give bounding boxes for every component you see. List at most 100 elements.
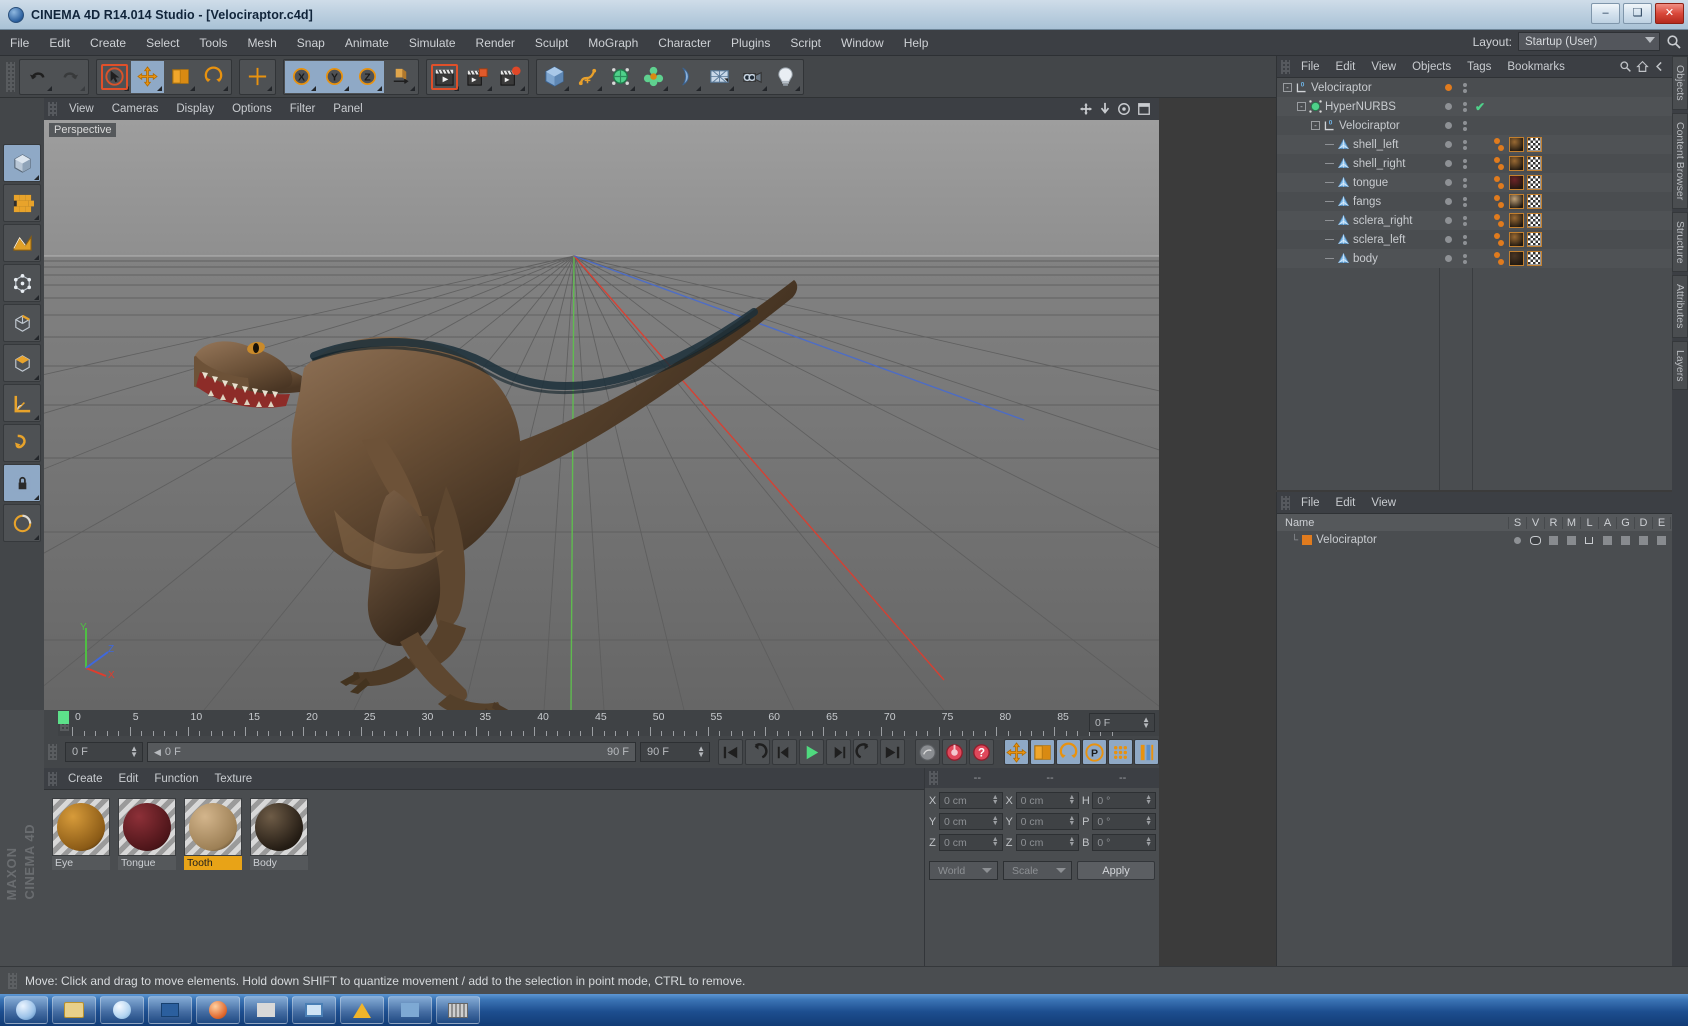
spinner-icon[interactable]: ▲ ▼ xyxy=(1145,794,1152,806)
dropdown-corner-icon[interactable] xyxy=(47,85,52,91)
render-to-picture-viewer-button[interactable] xyxy=(461,60,494,93)
viewport-menu-filter[interactable]: Filter xyxy=(281,100,325,118)
menu-tools[interactable]: Tools xyxy=(189,32,237,54)
menu-help[interactable]: Help xyxy=(894,32,939,54)
editor-render-dot[interactable] xyxy=(1462,234,1467,239)
end-frame-field[interactable]: 90 F ▲ ▼ xyxy=(640,742,710,762)
object-manager-grip[interactable] xyxy=(1281,59,1290,74)
home-icon[interactable] xyxy=(1636,60,1649,73)
material-preview[interactable] xyxy=(118,798,176,856)
material-manager-grip[interactable] xyxy=(48,771,57,786)
dropdown-corner-icon[interactable] xyxy=(795,85,800,91)
lock-y-axis[interactable]: Y xyxy=(318,60,351,93)
world-object-coordinates[interactable] xyxy=(384,60,417,93)
add-array-button[interactable] xyxy=(637,60,670,93)
editor-render-dot[interactable] xyxy=(1462,82,1467,87)
visibility-dot[interactable] xyxy=(1444,160,1452,167)
timeline-playhead[interactable] xyxy=(58,711,69,724)
editor-render-dot[interactable] xyxy=(1462,259,1467,264)
autokeying-button[interactable] xyxy=(1134,739,1159,765)
dropdown-corner-icon[interactable] xyxy=(34,175,39,180)
dropdown-corner-icon[interactable] xyxy=(729,85,734,91)
dropdown-corner-icon[interactable] xyxy=(344,85,349,91)
dropdown-corner-icon[interactable] xyxy=(124,85,129,91)
dropdown-corner-icon[interactable] xyxy=(34,335,39,340)
viewport-menu-panel[interactable]: Panel xyxy=(324,100,371,118)
editor-render-dot[interactable] xyxy=(1462,88,1467,93)
editor-render-dot[interactable] xyxy=(1462,202,1467,207)
editor-render-dot[interactable] xyxy=(1462,215,1467,220)
dropdown-corner-icon[interactable] xyxy=(564,85,569,91)
editor-render-dot[interactable] xyxy=(1462,177,1467,182)
object-row[interactable]: body xyxy=(1277,249,1688,268)
go-to-start-button[interactable] xyxy=(718,739,743,765)
coordinate-mode-dropdown[interactable]: Scale xyxy=(1003,861,1072,880)
object-row[interactable]: - HyperNURBS ✔ xyxy=(1277,97,1688,116)
material-list[interactable]: Eye Tongue Tooth Body xyxy=(44,790,924,966)
undo-button[interactable] xyxy=(21,60,54,93)
taskbar-item-app6[interactable] xyxy=(388,996,432,1024)
taskbar-item-app1[interactable] xyxy=(148,996,192,1024)
material-name[interactable]: Eye xyxy=(52,856,110,870)
end-frame-spinner-icon[interactable]: ▲ ▼ xyxy=(697,745,705,759)
viewport-maximize-button[interactable] xyxy=(1137,102,1151,116)
editor-render-dot[interactable] xyxy=(1462,145,1467,150)
play-button[interactable] xyxy=(799,739,824,765)
generator-icon[interactable] xyxy=(1616,535,1634,545)
record-scale-button[interactable] xyxy=(1030,739,1055,765)
dropdown-corner-icon[interactable] xyxy=(311,85,316,91)
go-to-previous-key-button[interactable] xyxy=(745,739,770,765)
add-environment-button[interactable] xyxy=(703,60,736,93)
scale-tool[interactable] xyxy=(164,60,197,93)
record-pla-button[interactable] xyxy=(1108,739,1133,765)
uvw-tag[interactable] xyxy=(1527,213,1542,228)
dropdown-corner-icon[interactable] xyxy=(454,85,459,91)
taskbar-item-app2[interactable] xyxy=(196,996,240,1024)
material-item[interactable]: Tooth xyxy=(184,798,242,966)
side-tab-structure[interactable]: Structure xyxy=(1672,211,1688,273)
workplane-button[interactable] xyxy=(3,384,41,422)
objectmgr-menu-file[interactable]: File xyxy=(1293,58,1328,76)
dropdown-corner-icon[interactable] xyxy=(267,85,272,91)
dropdown-corner-icon[interactable] xyxy=(597,85,602,91)
materialmgr-menu-texture[interactable]: Texture xyxy=(206,770,260,788)
render-view-button[interactable] xyxy=(428,60,461,93)
layer-col-m[interactable]: M xyxy=(1562,516,1580,529)
velociraptor-model[interactable] xyxy=(194,260,834,710)
size-field[interactable]: 0 cm ▲ ▼ xyxy=(1015,813,1080,830)
objectmgr-menu-bookmarks[interactable]: Bookmarks xyxy=(1499,58,1573,76)
menu-render[interactable]: Render xyxy=(466,32,525,54)
status-bar-grip[interactable] xyxy=(8,972,17,989)
viewport-zoom-button[interactable] xyxy=(1099,102,1111,116)
layer-color-swatch[interactable] xyxy=(1302,535,1313,545)
taskbar-item-app5[interactable] xyxy=(340,996,384,1024)
editor-render-dot[interactable] xyxy=(1462,196,1467,201)
layer-col-name[interactable]: Name xyxy=(1277,517,1508,529)
search-icon[interactable] xyxy=(1619,60,1632,73)
object-row[interactable]: shell_left xyxy=(1277,135,1688,154)
tree-expander-icon[interactable]: - xyxy=(1283,83,1292,92)
menu-mesh[interactable]: Mesh xyxy=(237,32,286,54)
uvw-tag[interactable] xyxy=(1527,251,1542,266)
uvw-tag[interactable] xyxy=(1527,194,1542,209)
maximize-button[interactable]: ❑ xyxy=(1623,3,1652,24)
menu-animate[interactable]: Animate xyxy=(335,32,399,54)
menu-snap[interactable]: Snap xyxy=(287,32,335,54)
viewport-canvas[interactable]: Perspective Y X Z xyxy=(44,120,1159,710)
points-mode-button[interactable] xyxy=(3,264,41,302)
uvw-tag[interactable] xyxy=(1527,156,1542,171)
close-button[interactable]: ✕ xyxy=(1655,3,1684,24)
tree-expander-icon[interactable]: - xyxy=(1311,121,1320,130)
visibility-dot[interactable] xyxy=(1444,255,1452,262)
record-parameter-button[interactable]: P xyxy=(1082,739,1107,765)
add-spline-button[interactable] xyxy=(571,60,604,93)
uvw-tag[interactable] xyxy=(1527,175,1542,190)
spinner-icon[interactable]: ▲ ▼ xyxy=(992,836,999,848)
visible-eye-icon[interactable] xyxy=(1526,535,1544,545)
material-item[interactable]: Eye xyxy=(52,798,110,966)
visibility-dot[interactable] xyxy=(1444,84,1452,91)
spinner-icon[interactable]: ▲ ▼ xyxy=(1068,815,1075,827)
object-row[interactable]: - 0 Velociraptor xyxy=(1277,78,1688,97)
lock-x-axis[interactable]: X xyxy=(285,60,318,93)
objectmgr-menu-view[interactable]: View xyxy=(1363,58,1404,76)
